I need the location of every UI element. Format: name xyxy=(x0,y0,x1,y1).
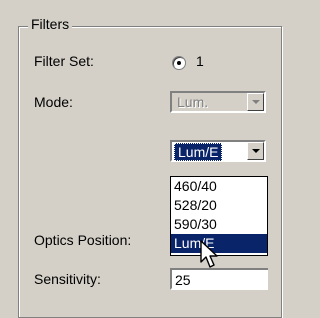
filters-group-title: Filters xyxy=(28,15,73,33)
mode-combobox: Lum. xyxy=(170,91,266,113)
sensitivity-label: Sensitivity: xyxy=(34,271,101,287)
filter-set-radio[interactable] xyxy=(172,56,186,70)
dropdown-option-460-40[interactable]: 460/40 xyxy=(171,177,267,196)
sensitivity-input-value[interactable]: 25 xyxy=(175,271,191,289)
filter-combobox-value[interactable]: Lum/E xyxy=(174,143,223,161)
mouse-cursor-icon xyxy=(200,240,218,268)
filter-set-label: Filter Set: xyxy=(34,53,94,69)
radio-checked-dot xyxy=(177,61,181,65)
dropdown-option-590-30[interactable]: 590/30 xyxy=(171,215,267,234)
filter-set-radio-label[interactable]: 1 xyxy=(196,52,204,70)
chevron-down-icon xyxy=(252,149,260,153)
filter-dropdown-button[interactable] xyxy=(247,142,264,160)
filter-combobox[interactable]: Lum/E xyxy=(170,140,266,162)
mode-label: Mode: xyxy=(34,94,73,110)
mode-combobox-value: Lum. xyxy=(177,94,209,110)
chevron-down-icon xyxy=(252,100,260,104)
optics-position-label: Optics Position: xyxy=(34,232,132,248)
mode-dropdown-button xyxy=(247,93,264,111)
dropdown-option-528-20[interactable]: 528/20 xyxy=(171,196,267,215)
